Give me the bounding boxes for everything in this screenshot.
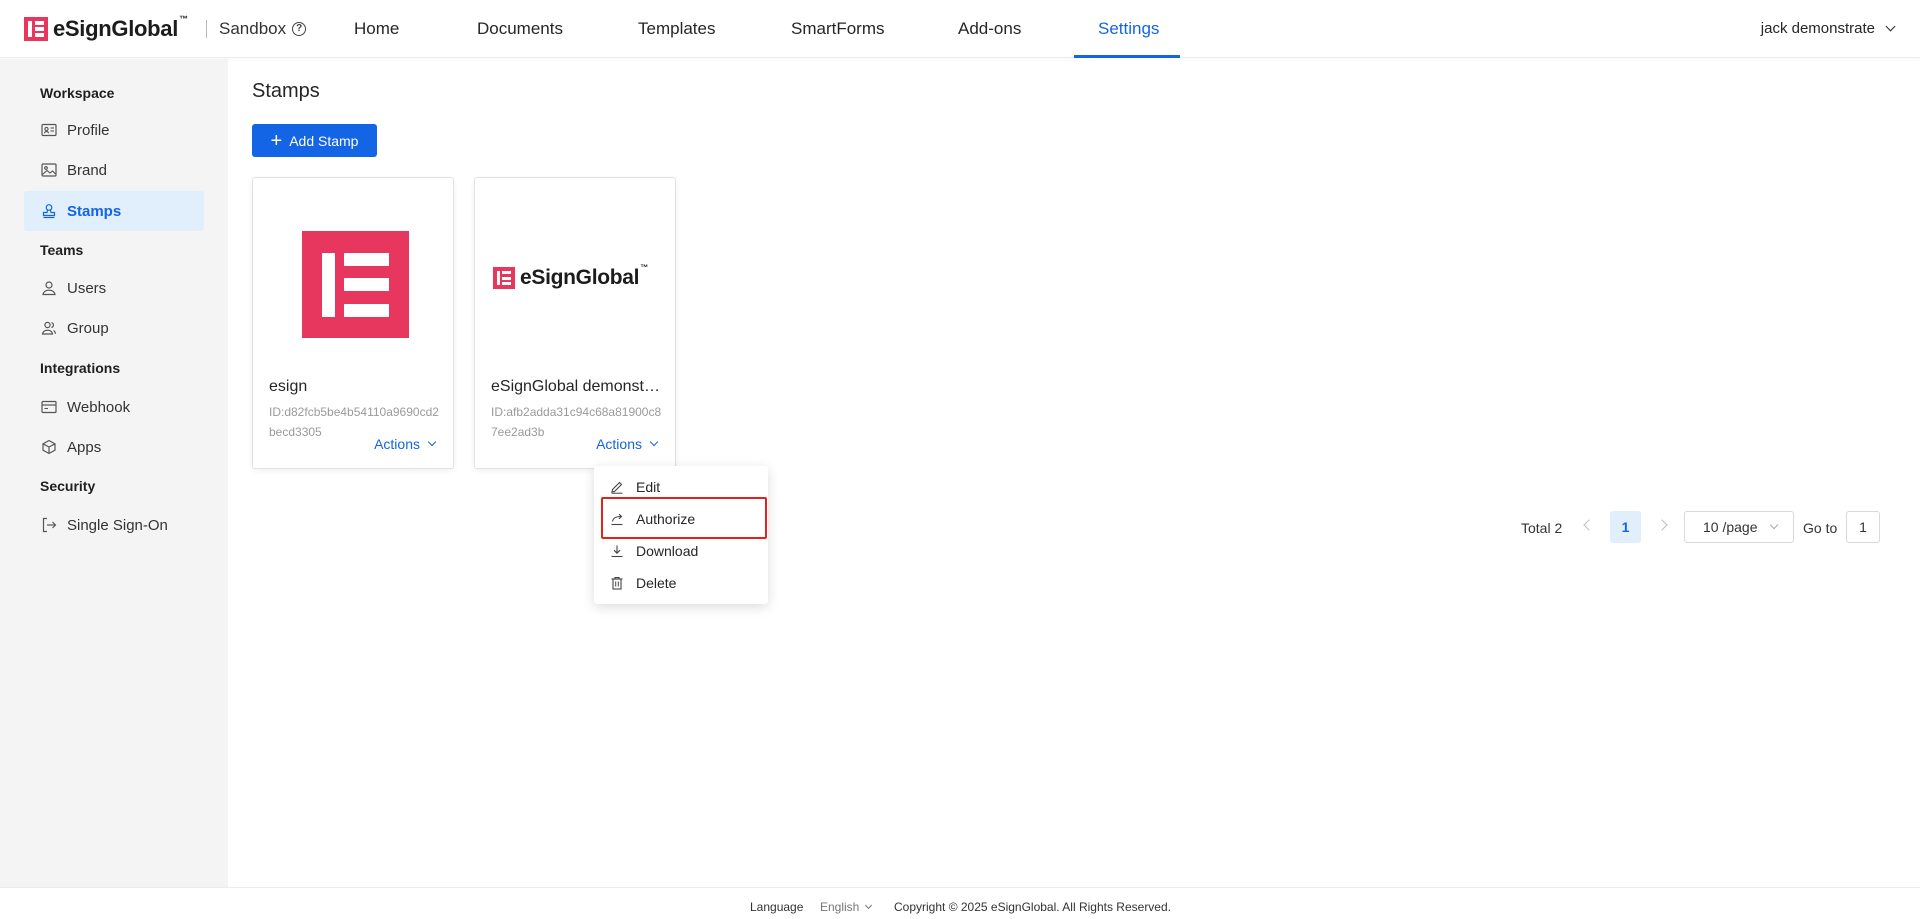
sandbox-env-label[interactable]: Sandbox ? (219, 19, 307, 39)
menu-item-edit[interactable]: Edit (610, 479, 660, 495)
stamp-name: eSignGlobal demonstrate (491, 378, 661, 395)
sidebar-item-label: Webhook (67, 398, 131, 416)
sidebar-section-teams: Teams (40, 242, 84, 258)
chevron-down-icon (427, 437, 437, 447)
chevron-down-icon (865, 901, 873, 910)
chevron-down-icon (649, 437, 659, 447)
sidebar-item-stamps[interactable]: Stamps (24, 191, 204, 231)
sidebar-item-label: Brand (67, 161, 108, 179)
brand-logo-text: eSignGlobal™ (53, 14, 188, 41)
webhook-icon (41, 400, 57, 414)
header-divider (206, 20, 207, 38)
stamp-actions-menu: Edit Authorize Download Delete (594, 466, 768, 604)
language-select[interactable]: English (820, 900, 873, 914)
language-label: Language (750, 900, 804, 914)
sidebar-item-label: Single Sign-On (67, 516, 168, 534)
nav-home[interactable]: Home (354, 19, 399, 39)
image-icon (41, 163, 57, 177)
sidebar-item-label: Group (67, 319, 109, 337)
sidebar-section-security: Security (40, 478, 96, 494)
stamp-actions-dropdown[interactable]: Actions (374, 436, 437, 452)
sidebar-section-workspace: Workspace (40, 85, 115, 101)
menu-item-delete[interactable]: Delete (610, 575, 676, 591)
stamp-image-esign (302, 231, 409, 338)
sidebar-item-label: Users (67, 279, 107, 297)
brand-logo-mark-icon (24, 17, 48, 41)
sidebar-section-integrations: Integrations (40, 360, 121, 376)
sidebar-item-users[interactable]: Users (24, 268, 204, 308)
sidebar-item-label: Apps (67, 438, 102, 456)
page-size-select[interactable]: 10 /page (1684, 511, 1794, 543)
goto-label: Go to (1803, 520, 1838, 536)
add-stamp-label: Add Stamp (289, 132, 359, 149)
apps-cube-icon (42, 439, 56, 455)
user-name: jack demonstrate (1760, 20, 1875, 37)
chevron-left-icon[interactable] (1583, 519, 1595, 531)
group-icon (41, 321, 57, 335)
brand-logo[interactable]: eSignGlobal™ (24, 14, 188, 42)
nav-documents[interactable]: Documents (477, 19, 563, 39)
sidebar-item-brand[interactable]: Brand (24, 150, 204, 190)
chevron-right-icon[interactable] (1656, 519, 1668, 531)
add-stamp-button[interactable]: + Add Stamp (252, 124, 377, 157)
stamp-name: esign (269, 378, 308, 395)
sign-in-icon (42, 517, 57, 533)
stamp-image-esignglobal-logo: eSignGlobal™ (493, 263, 648, 290)
trash-icon (611, 576, 623, 590)
sidebar-item-profile[interactable]: Profile (24, 110, 204, 150)
sidebar-item-webhook[interactable]: Webhook (24, 387, 204, 427)
stamp-icon (42, 204, 56, 219)
profile-card-icon (41, 123, 57, 137)
top-navigation-bar: eSignGlobal™ Sandbox ? Home Documents Te… (0, 0, 1920, 58)
user-menu[interactable]: jack demonstrate (1760, 20, 1896, 37)
chevron-down-icon (1769, 520, 1779, 530)
sidebar-item-label: Stamps (67, 202, 122, 220)
goto-page-input[interactable]: 1 (1846, 511, 1880, 543)
nav-templates[interactable]: Templates (638, 19, 715, 39)
nav-smartforms[interactable]: SmartForms (791, 19, 885, 39)
chevron-down-icon (1885, 21, 1896, 32)
menu-item-authorize[interactable]: Authorize (610, 511, 695, 527)
copyright-text: Copyright © 2025 eSignGlobal. All Rights… (894, 900, 1171, 914)
share-arrow-icon (611, 513, 623, 526)
nav-settings[interactable]: Settings (1098, 19, 1159, 39)
download-icon (611, 545, 623, 558)
stamp-card[interactable]: esign ID:d82fcb5be4b54110a9690cd2becd330… (252, 177, 454, 469)
stamp-actions-dropdown[interactable]: Actions (596, 436, 659, 452)
sidebar-item-label: Profile (67, 121, 110, 139)
settings-sidebar: Workspace Profile Brand Stamps Teams Use… (0, 59, 228, 887)
stamp-card[interactable]: eSignGlobal™ eSignGlobal demonstrate ID:… (474, 177, 676, 469)
page-title: Stamps (252, 80, 320, 102)
user-icon (42, 281, 56, 296)
pagination-page-current[interactable]: 1 (1610, 511, 1641, 543)
footer: Language English Copyright © 2025 eSignG… (0, 887, 1920, 919)
help-question-icon[interactable]: ? (292, 22, 307, 36)
menu-item-download[interactable]: Download (610, 543, 698, 559)
nav-add-ons[interactable]: Add-ons (958, 19, 1021, 39)
edit-pen-icon (611, 481, 623, 494)
sidebar-item-single-sign-on[interactable]: Single Sign-On (24, 505, 204, 545)
sidebar-item-apps[interactable]: Apps (24, 427, 204, 467)
nav-active-indicator (1074, 55, 1180, 58)
plus-icon: + (270, 129, 283, 152)
pagination-total: Total 2 (1521, 520, 1563, 536)
sidebar-item-group[interactable]: Group (24, 308, 204, 348)
